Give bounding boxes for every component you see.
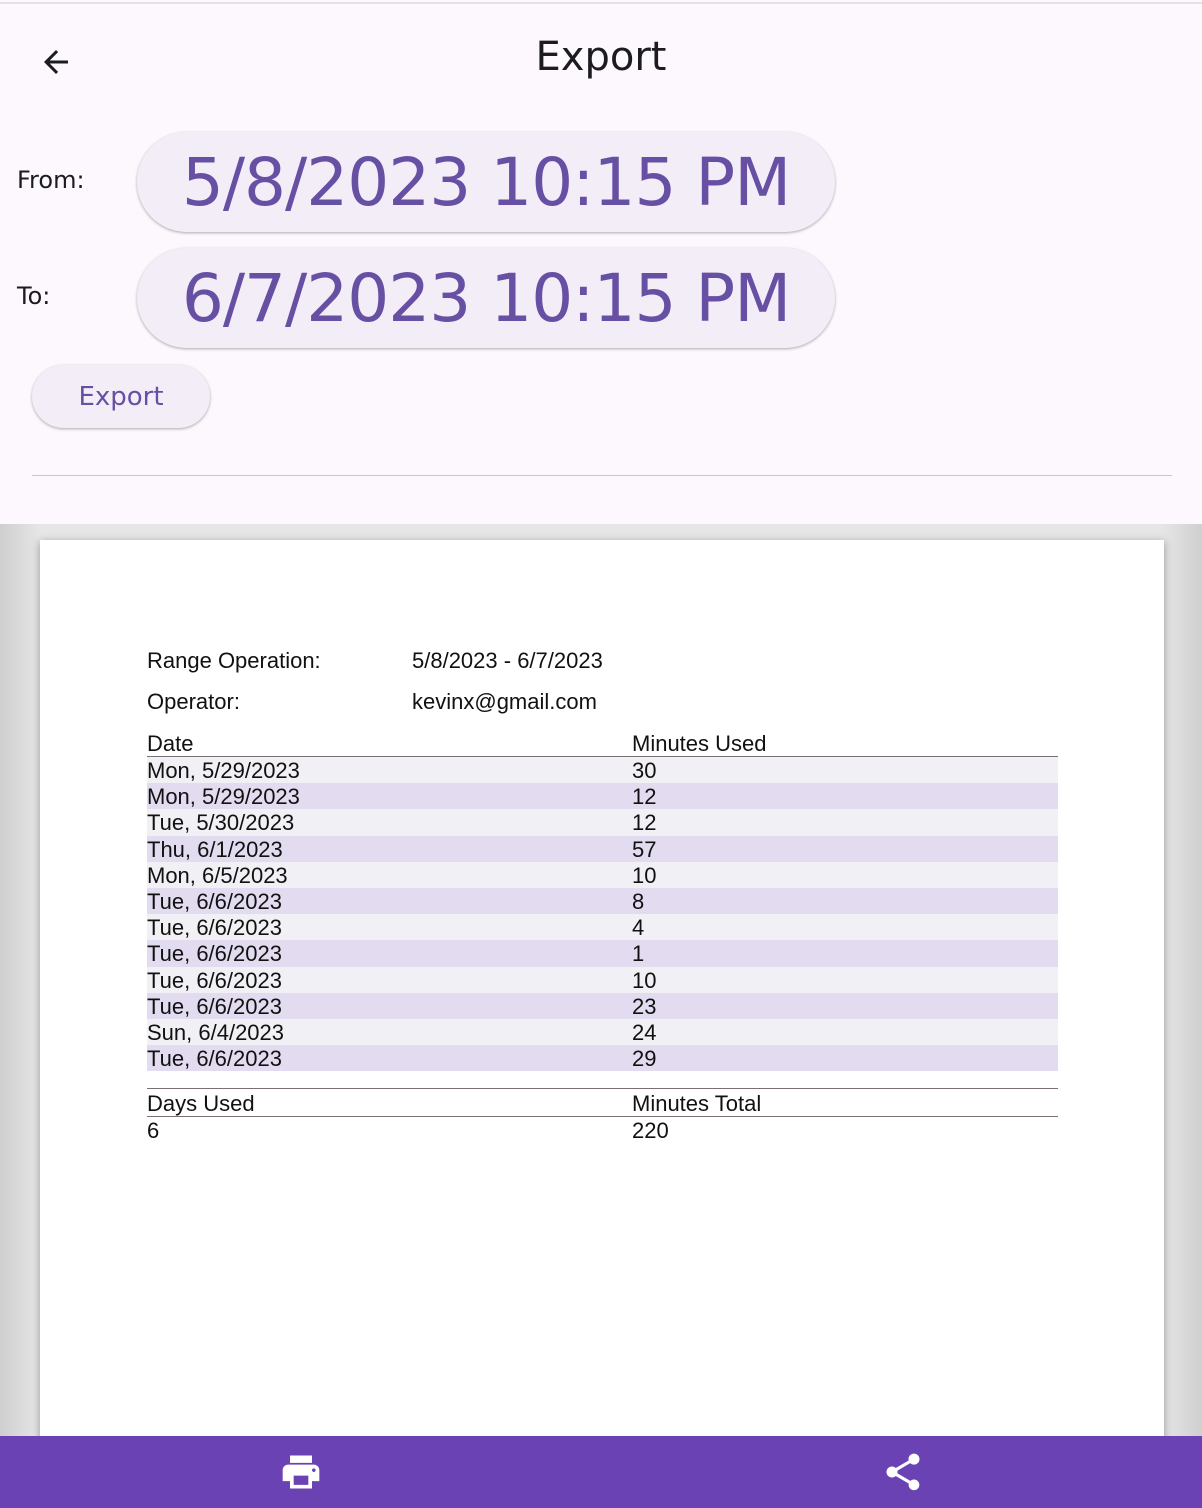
cell-minutes: 12 bbox=[632, 810, 657, 836]
cell-date: Tue, 6/6/2023 bbox=[147, 941, 282, 967]
summary-header-row: Days Used Minutes Total bbox=[147, 1090, 1058, 1116]
app-bar: Export bbox=[0, 4, 1202, 112]
print-icon bbox=[282, 1455, 320, 1489]
cell-date: Mon, 6/5/2023 bbox=[147, 862, 288, 888]
to-date-button[interactable]: 6/7/2023 10:15 PM bbox=[137, 248, 835, 348]
page-title: Export bbox=[535, 34, 667, 80]
divider bbox=[32, 475, 1172, 476]
operator-value: kevinx@gmail.com bbox=[412, 689, 597, 714]
pdf-page: Range Operation: 5/8/2023 - 6/7/2023 Ope… bbox=[40, 540, 1164, 1436]
export-button[interactable]: Export bbox=[32, 365, 210, 428]
cell-date: Tue, 6/6/2023 bbox=[147, 915, 282, 941]
usage-table: Mon, 5/29/2023 30 Mon, 5/29/2023 12 Tue, 5/3… bbox=[147, 757, 1058, 1072]
table-row: Mon, 5/29/2023 30 bbox=[147, 757, 1058, 784]
cell-minutes: 8 bbox=[632, 888, 645, 914]
table-row: Tue, 6/6/2023 8 bbox=[147, 887, 1058, 915]
cell-minutes: 57 bbox=[632, 836, 657, 862]
table-row: Tue, 6/6/2023 23 bbox=[147, 992, 1058, 1019]
cell-minutes: 12 bbox=[632, 784, 657, 810]
cell-minutes: 24 bbox=[632, 1019, 657, 1045]
table-row: Tue, 5/30/2023 12 bbox=[147, 809, 1058, 836]
summary-rule-top bbox=[147, 1088, 1058, 1089]
cell-date: Sun, 6/4/2023 bbox=[147, 1019, 285, 1045]
summary-values-row: 6 220 bbox=[147, 1117, 1058, 1143]
cell-minutes: 10 bbox=[632, 862, 657, 888]
print-button[interactable] bbox=[277, 1448, 325, 1496]
from-label: From: bbox=[17, 166, 85, 194]
table-row: Tue, 6/6/2023 4 bbox=[147, 914, 1058, 941]
cell-date: Thu, 6/1/2023 bbox=[147, 836, 283, 862]
operator-label: Operator: bbox=[147, 689, 240, 714]
cell-minutes: 4 bbox=[632, 915, 645, 941]
table-row: Sun, 6/4/2023 24 bbox=[147, 1018, 1058, 1046]
table-header-row: Date Minutes Used bbox=[147, 730, 1058, 756]
summary-days-value: 6 bbox=[147, 1118, 160, 1143]
to-label: To: bbox=[17, 282, 51, 310]
bottom-action-bar bbox=[0, 1436, 1202, 1508]
from-date-button[interactable]: 5/8/2023 10:15 PM bbox=[137, 132, 835, 232]
summary-values: 6 220 bbox=[147, 1117, 1058, 1143]
cell-minutes: 30 bbox=[632, 758, 657, 783]
cell-date: Mon, 5/29/2023 bbox=[147, 784, 300, 810]
cell-minutes: 29 bbox=[632, 1046, 657, 1072]
share-button[interactable] bbox=[879, 1448, 927, 1496]
cell-date: Tue, 6/6/2023 bbox=[147, 993, 282, 1019]
summary-minutes-value: 220 bbox=[632, 1118, 669, 1143]
table-row: Tue, 6/6/2023 29 bbox=[147, 1045, 1058, 1072]
summary-table: Days Used Minutes Total bbox=[147, 1090, 1058, 1116]
cell-date: Tue, 5/30/2023 bbox=[147, 810, 295, 836]
table-row: Mon, 6/5/2023 10 bbox=[147, 861, 1058, 888]
range-operation-label: Range Operation: bbox=[147, 648, 321, 673]
share-icon bbox=[886, 1453, 920, 1491]
table-row: Mon, 5/29/2023 12 bbox=[147, 783, 1058, 810]
table-row: Thu, 6/1/2023 57 bbox=[147, 835, 1058, 862]
cell-minutes: 1 bbox=[632, 941, 645, 967]
summary-header-days: Days Used bbox=[147, 1091, 255, 1116]
header-date: Date bbox=[147, 731, 194, 756]
cell-minutes: 10 bbox=[632, 967, 657, 993]
range-operation-value: 5/8/2023 - 6/7/2023 bbox=[412, 648, 603, 673]
table-row: Tue, 6/6/2023 1 bbox=[147, 940, 1058, 967]
cell-date: Tue, 6/6/2023 bbox=[147, 888, 282, 914]
cell-date: Tue, 6/6/2023 bbox=[147, 1046, 282, 1072]
pdf-preview[interactable]: Range Operation: 5/8/2023 - 6/7/2023 Ope… bbox=[0, 524, 1202, 1436]
usage-table-header: Date Minutes Used bbox=[147, 730, 1058, 756]
cell-date: Mon, 5/29/2023 bbox=[147, 758, 300, 783]
table-row: Tue, 6/6/2023 10 bbox=[147, 966, 1058, 993]
cell-minutes: 23 bbox=[632, 993, 657, 1019]
cell-date: Tue, 6/6/2023 bbox=[147, 967, 282, 993]
summary-header-minutes: Minutes Total bbox=[632, 1091, 762, 1116]
header-minutes-used: Minutes Used bbox=[632, 731, 767, 756]
